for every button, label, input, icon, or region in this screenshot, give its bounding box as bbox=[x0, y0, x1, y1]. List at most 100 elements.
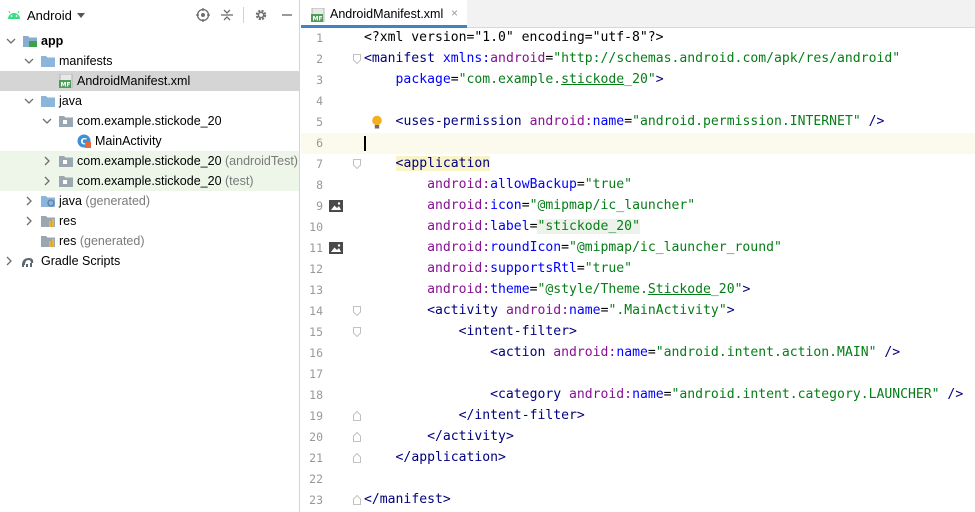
code-line: 14 <activity android:name=".MainActivity… bbox=[301, 301, 975, 322]
manifest-file-icon: MF bbox=[311, 8, 325, 22]
code-text: <intent-filter> bbox=[458, 324, 577, 339]
chevron-right-icon[interactable] bbox=[42, 176, 52, 186]
code-line: 18 <category android:name="android.inten… bbox=[301, 385, 975, 406]
code-area[interactable]: 1 <?xml version="1.0" encoding="utf-8"?>… bbox=[301, 28, 975, 512]
code-text: <manifest xmlns:android="http://schemas.… bbox=[364, 51, 901, 66]
project-panel: Android app manifests MF AndroidManifest… bbox=[0, 0, 300, 512]
code-line: 12 android:supportsRtl="true" bbox=[301, 259, 975, 280]
code-line: 15 <intent-filter> bbox=[301, 322, 975, 343]
package-icon bbox=[59, 156, 73, 167]
fold-end-icon[interactable] bbox=[353, 453, 361, 463]
tree-item-label: com.example.stickode_20 bbox=[77, 114, 222, 128]
chevron-down-icon[interactable] bbox=[24, 56, 34, 66]
image-icon[interactable] bbox=[329, 200, 343, 212]
code-text: <category android:name="android.intent.c… bbox=[490, 387, 964, 402]
tree-item-suffix: (generated) bbox=[79, 234, 145, 248]
fold-end-icon[interactable] bbox=[353, 495, 361, 505]
code-text: <uses-permission android:name="android.p… bbox=[395, 114, 885, 129]
fold-end-icon[interactable] bbox=[353, 411, 361, 421]
line-number: 23 bbox=[309, 493, 323, 507]
project-view-selector[interactable]: Android bbox=[27, 8, 72, 23]
code-text: package="com.example.stickode_20"> bbox=[395, 72, 664, 87]
tree-item-label: manifests bbox=[59, 54, 113, 68]
code-text: android:icon="@mipmap/ic_launcher" bbox=[427, 198, 696, 213]
tree-item-res-generated[interactable]: res (generated) bbox=[0, 231, 299, 251]
line-number: 14 bbox=[309, 304, 323, 318]
header-divider bbox=[243, 7, 244, 23]
class-icon: C bbox=[77, 134, 91, 148]
tree-item-package[interactable]: com.example.stickode_20 bbox=[0, 111, 299, 131]
tree-item-label: res bbox=[59, 214, 77, 228]
code-line: 19 </intent-filter> bbox=[301, 406, 975, 427]
chevron-right-icon[interactable] bbox=[24, 216, 34, 226]
tree-item-java[interactable]: java bbox=[0, 91, 299, 111]
tree-item-package-androidtest[interactable]: com.example.stickode_20 (androidTest) bbox=[0, 151, 299, 171]
code-text: </intent-filter> bbox=[458, 408, 585, 423]
line-number: 16 bbox=[309, 346, 323, 360]
fold-icon[interactable] bbox=[353, 327, 361, 337]
tree-item-app[interactable]: app bbox=[0, 31, 299, 51]
tree-item-suffix: (test) bbox=[225, 174, 254, 188]
minimize-icon[interactable] bbox=[278, 6, 296, 24]
tree-item-label: com.example.stickode_20 (androidTest) bbox=[77, 154, 298, 168]
chevron-down-icon[interactable] bbox=[77, 13, 85, 18]
line-number: 18 bbox=[309, 388, 323, 402]
collapse-icon[interactable] bbox=[218, 6, 236, 24]
code-text: </activity> bbox=[427, 429, 514, 444]
code-line: 13 android:theme="@style/Theme.Stickode_… bbox=[301, 280, 975, 301]
code-line: 21 </application> bbox=[301, 448, 975, 469]
image-icon[interactable] bbox=[329, 242, 343, 254]
code-text: android:theme="@style/Theme.Stickode_20"… bbox=[427, 282, 751, 297]
code-line: 23 </manifest> bbox=[301, 490, 975, 511]
code-text: <action android:name="android.intent.act… bbox=[490, 345, 901, 360]
code-line: 8 android:allowBackup="true" bbox=[301, 175, 975, 196]
folder-icon bbox=[41, 56, 55, 67]
code-line: 1 <?xml version="1.0" encoding="utf-8"?> bbox=[301, 28, 975, 49]
tab-label: AndroidManifest.xml bbox=[330, 7, 444, 21]
gear-icon[interactable] bbox=[252, 6, 270, 24]
fold-icon[interactable] bbox=[353, 306, 361, 316]
tree-item-gradle-scripts[interactable]: Gradle Scripts bbox=[0, 251, 299, 271]
fold-icon[interactable] bbox=[353, 54, 361, 64]
code-line: 11 android:roundIcon="@mipmap/ic_launche… bbox=[301, 238, 975, 259]
line-number: 19 bbox=[309, 409, 323, 423]
chevron-right-icon[interactable] bbox=[42, 156, 52, 166]
chevron-down-icon[interactable] bbox=[42, 116, 52, 126]
tree-item-package-test[interactable]: com.example.stickode_20 (test) bbox=[0, 171, 299, 191]
target-icon[interactable] bbox=[194, 6, 212, 24]
tree-item-manifests[interactable]: manifests bbox=[0, 51, 299, 71]
code-line-current: 6 bbox=[301, 133, 975, 154]
code-text: </manifest> bbox=[364, 492, 451, 507]
line-number: 3 bbox=[316, 73, 323, 87]
line-number: 8 bbox=[316, 178, 323, 192]
line-number: 1 bbox=[316, 31, 323, 45]
code-text: android:allowBackup="true" bbox=[427, 177, 633, 192]
tree-item-mainactivity[interactable]: C MainActivity bbox=[0, 131, 299, 151]
tree-item-label: java (generated) bbox=[59, 194, 151, 208]
chevron-down-icon[interactable] bbox=[24, 96, 34, 106]
fold-icon[interactable] bbox=[353, 159, 361, 169]
tree-item-res[interactable]: res bbox=[0, 211, 299, 231]
manifest-file-icon: MF bbox=[59, 74, 73, 88]
chevron-down-icon[interactable] bbox=[6, 36, 16, 46]
code-text: </application> bbox=[395, 450, 506, 465]
line-number: 10 bbox=[309, 220, 323, 234]
tree-item-java-generated[interactable]: java (generated) bbox=[0, 191, 299, 211]
code-line: 10 android:label="stickode_20" bbox=[301, 217, 975, 238]
svg-text:MF: MF bbox=[61, 82, 71, 89]
tree-item-label: app bbox=[41, 34, 64, 48]
chevron-right-icon[interactable] bbox=[24, 196, 34, 206]
tree-item-suffix: (androidTest) bbox=[225, 154, 298, 168]
code-line: 2 <manifest xmlns:android="http://schema… bbox=[301, 49, 975, 70]
generated-folder-icon bbox=[41, 196, 55, 207]
fold-end-icon[interactable] bbox=[353, 432, 361, 442]
chevron-right-icon[interactable] bbox=[4, 256, 14, 266]
close-icon[interactable]: × bbox=[451, 6, 458, 20]
tab-androidmanifest[interactable]: MF AndroidManifest.xml × bbox=[301, 0, 467, 28]
line-number: 12 bbox=[309, 262, 323, 276]
tree-item-androidmanifest[interactable]: MF AndroidManifest.xml bbox=[0, 71, 299, 91]
code-line: 16 <action android:name="android.intent.… bbox=[301, 343, 975, 364]
code-line: 17 bbox=[301, 364, 975, 385]
tree-item-label: res (generated) bbox=[59, 234, 145, 248]
code-line: 20 </activity> bbox=[301, 427, 975, 448]
